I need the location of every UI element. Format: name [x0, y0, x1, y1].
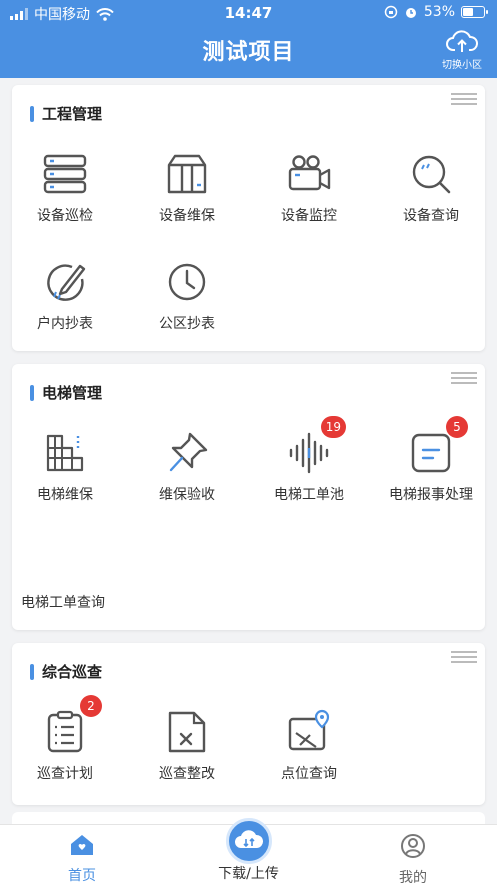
engineering-card: 工程管理 设备巡检 设备维保 设备监控 设备查询 户内抄表 公区抄表 — [12, 85, 485, 351]
clipboard-icon — [47, 710, 83, 753]
switch-community-label: 切换小区 — [442, 60, 482, 71]
inspection-plan-item[interactable]: 2 巡查计划 — [6, 695, 124, 783]
elevator-order-query-link[interactable]: 电梯工单查询 — [21, 592, 105, 612]
device-inspection-item[interactable]: 设备巡检 — [6, 151, 124, 225]
server-icon — [43, 154, 87, 194]
user-circle-icon — [401, 834, 425, 858]
item-label: 设备查询 — [403, 208, 459, 224]
pushpin-icon — [169, 432, 208, 472]
grid-building-icon — [46, 434, 84, 472]
drag-handle-icon[interactable] — [451, 93, 477, 107]
sound-wave-icon — [289, 432, 329, 474]
item-label: 设备巡检 — [37, 208, 93, 224]
section-title: 综合巡查 — [30, 661, 102, 682]
item-label: 点位查询 — [281, 766, 337, 782]
elevator-maintenance-item[interactable]: 电梯维保 — [6, 430, 124, 504]
cloud-upload-icon — [446, 30, 478, 52]
inspection-rectify-item[interactable]: 巡查整改 — [128, 709, 246, 783]
drag-handle-icon[interactable] — [451, 372, 477, 386]
switch-community-button[interactable]: 切换小区 — [439, 30, 485, 71]
battery-percent: 53% — [423, 4, 455, 20]
video-camera-icon — [288, 155, 331, 191]
plan-badge: 2 — [80, 695, 102, 717]
app-header: 中国移动 14:47 53% 测试项目 切换小区 — [0, 0, 497, 78]
item-label: 电梯维保 — [37, 487, 93, 503]
home-icon — [71, 835, 93, 855]
item-label: 巡查整改 — [159, 766, 215, 782]
tab-upload-label: 下载/上传 — [218, 866, 279, 882]
map-pin-icon — [288, 709, 330, 751]
box-icon — [167, 154, 207, 194]
item-label: 设备监控 — [281, 208, 337, 224]
item-label: 巡查计划 — [37, 766, 93, 782]
item-label: 电梯报事处理 — [389, 487, 473, 503]
indoor-meter-item[interactable]: 户内抄表 — [6, 259, 124, 333]
magnifier-icon — [412, 155, 451, 194]
device-query-item[interactable]: 设备查询 — [372, 151, 490, 225]
item-label: 设备维保 — [159, 208, 215, 224]
alarm-icon — [405, 8, 416, 18]
section-title: 电梯管理 — [30, 382, 102, 403]
status-bar: 中国移动 14:47 53% — [0, 0, 497, 26]
report-badge: 5 — [446, 416, 468, 438]
page-title: 测试项目 — [202, 40, 295, 65]
elevator-report-item[interactable]: 5 电梯报事处理 — [372, 416, 490, 504]
point-query-item[interactable]: 点位查询 — [250, 709, 368, 783]
section-title: 工程管理 — [30, 103, 102, 124]
device-monitor-item[interactable]: 设备监控 — [250, 151, 368, 225]
clock-icon — [168, 263, 206, 301]
inspection-card: 综合巡查 2 巡查计划 巡查整改 点位查询 — [12, 643, 485, 805]
drag-handle-icon[interactable] — [451, 651, 477, 665]
maintenance-acceptance-item[interactable]: 维保验收 — [128, 430, 246, 504]
document-x-icon — [168, 711, 206, 753]
item-label: 电梯工单池 — [274, 487, 344, 503]
device-maintenance-item[interactable]: 设备维保 — [128, 151, 246, 225]
elevator-order-pool-item[interactable]: 19 电梯工单池 — [250, 416, 368, 504]
battery-icon — [461, 6, 488, 18]
note-icon — [411, 433, 451, 473]
item-label: 户内抄表 — [37, 316, 93, 332]
elevator-card: 电梯管理 电梯维保 维保验收 19 电梯工单池 5 电梯报事处理 电梯工单查询 — [12, 364, 485, 630]
cloud-sync-icon — [235, 830, 264, 848]
upload-download-button[interactable] — [226, 818, 272, 864]
pencil-circle-icon — [47, 264, 86, 301]
rotation-lock-icon — [384, 5, 398, 19]
order-pool-badge: 19 — [320, 416, 346, 438]
item-label: 维保验收 — [159, 487, 215, 503]
item-label: 公区抄表 — [159, 316, 215, 332]
public-meter-item[interactable]: 公区抄表 — [128, 259, 246, 333]
